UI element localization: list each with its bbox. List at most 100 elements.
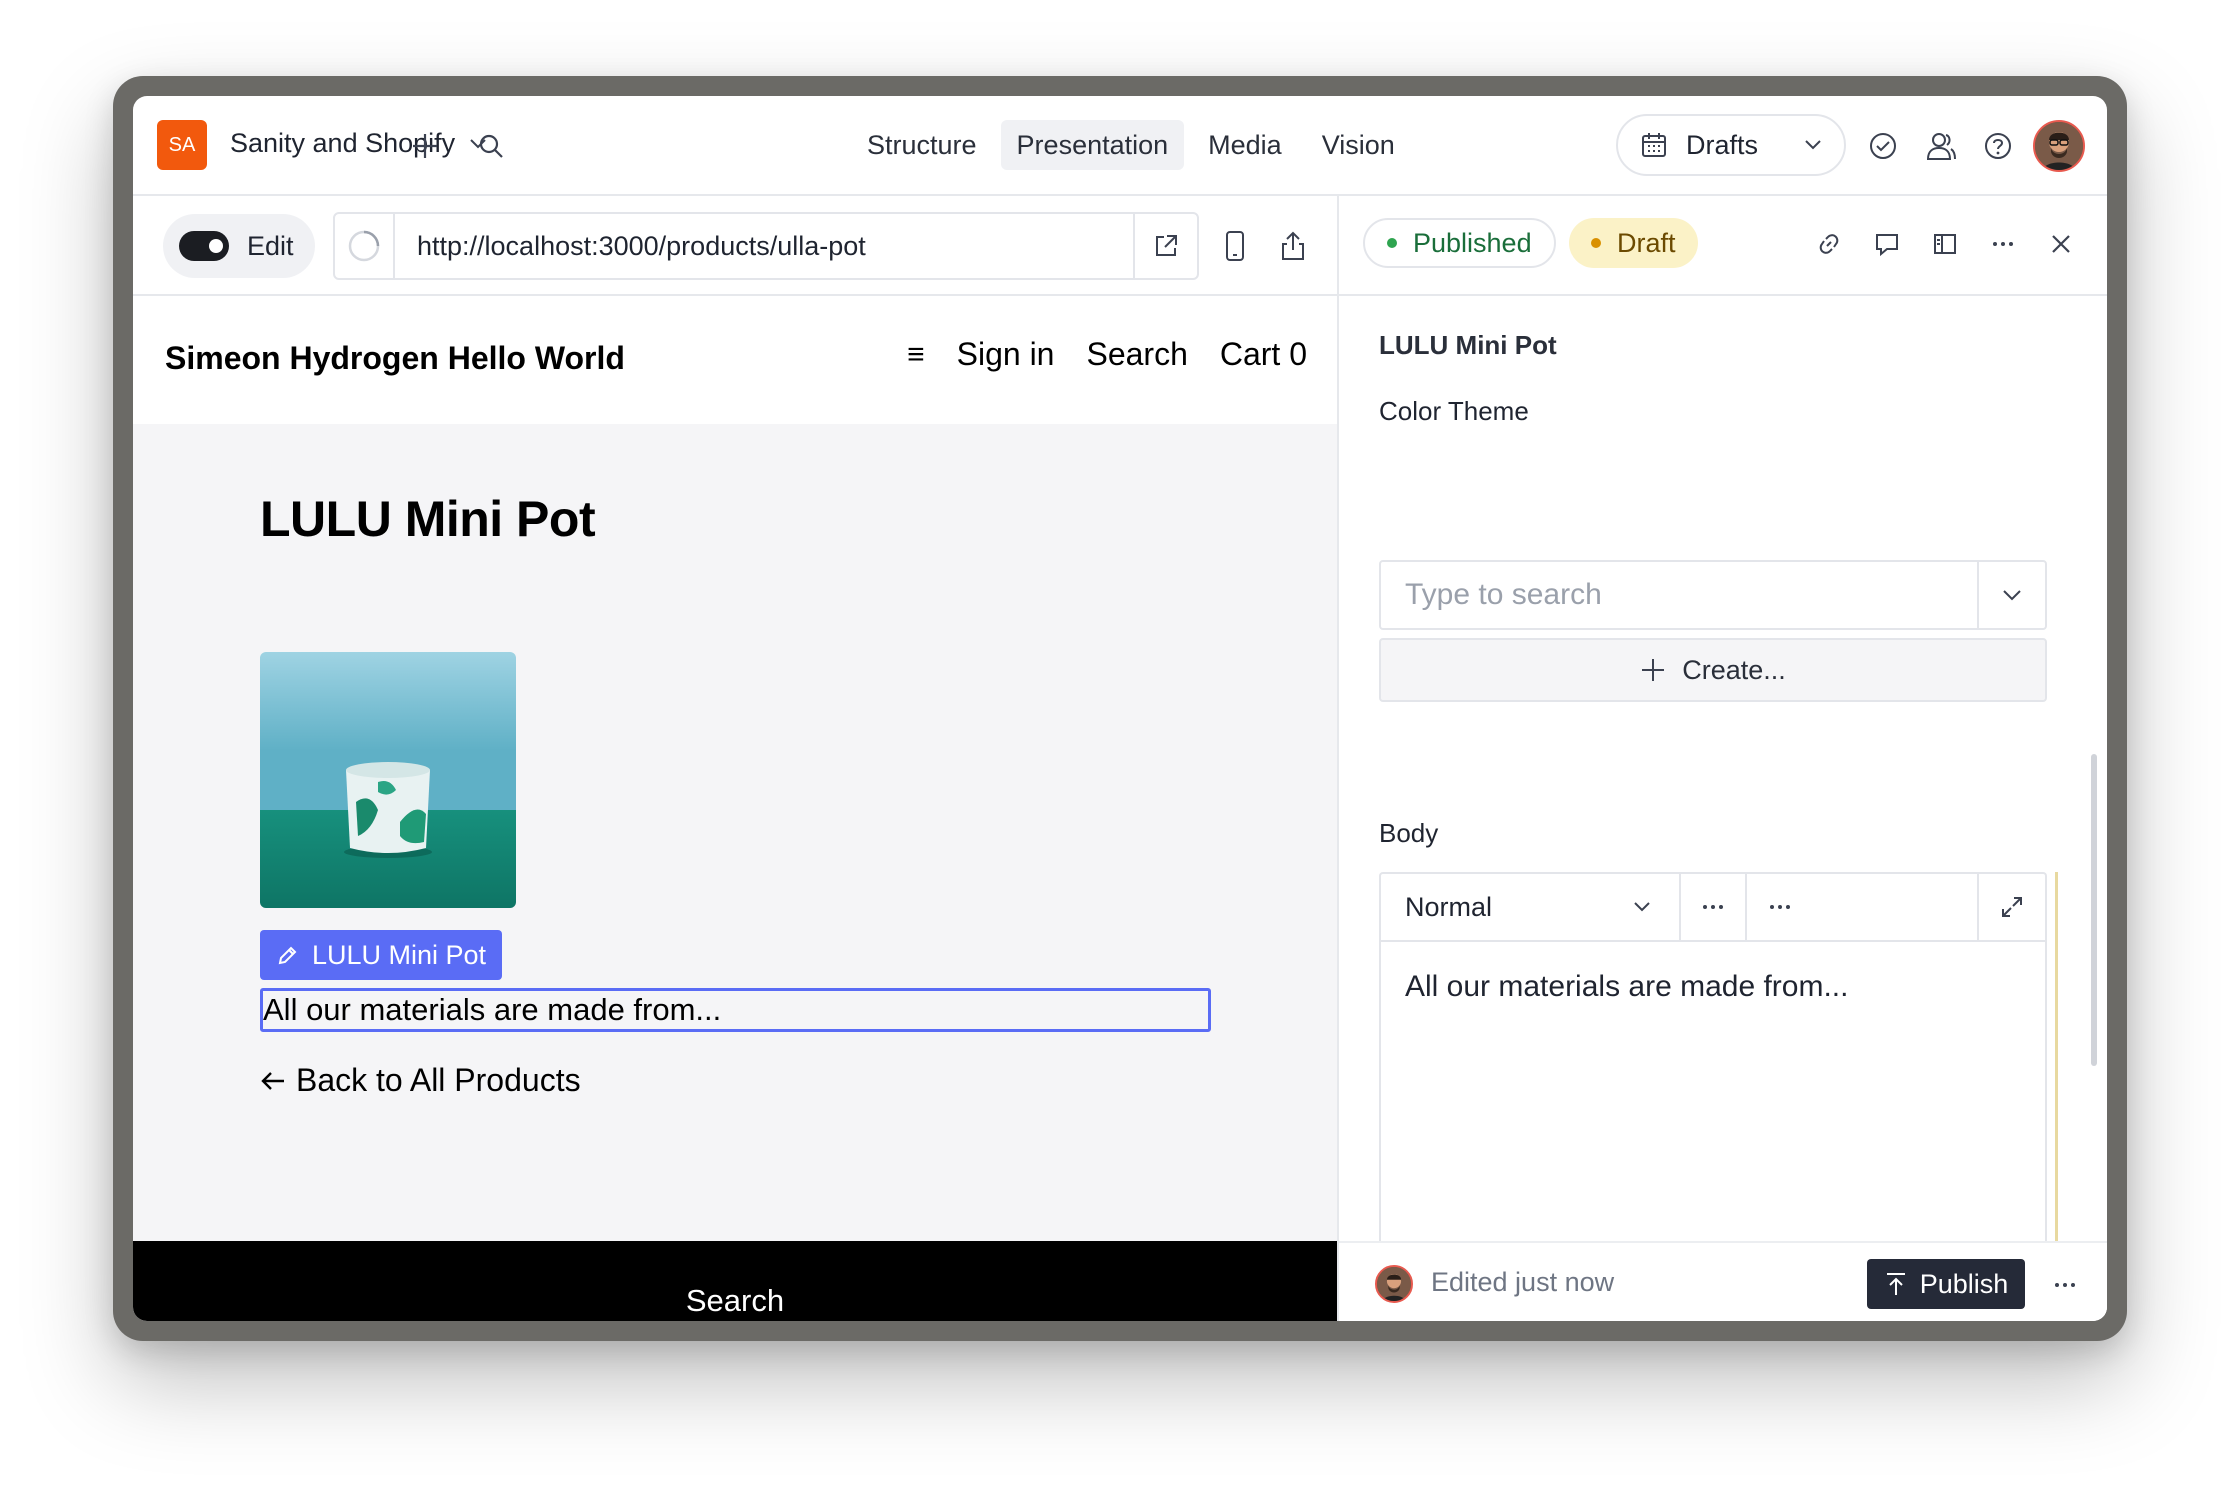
- share-button[interactable]: [1273, 226, 1313, 266]
- perspective-select[interactable]: Drafts: [1616, 114, 1846, 176]
- search-link[interactable]: Search: [1086, 336, 1187, 373]
- preview-toolbar: Edit http://localhost:3000/products/ulla…: [133, 196, 1337, 296]
- external-link-icon: [1156, 235, 1177, 256]
- back-link-label: Back to All Products: [296, 1062, 581, 1098]
- comments-button[interactable]: [1867, 224, 1907, 264]
- product-image: [260, 652, 516, 908]
- site-nav: ≡ Sign in Search Cart 0: [907, 336, 1307, 373]
- tasks-button[interactable]: [1863, 126, 1903, 166]
- product-description[interactable]: All our materials are made from...: [260, 988, 1211, 1032]
- more-horizontal-icon: [1993, 242, 2013, 246]
- block-style-value: Normal: [1405, 891, 1493, 922]
- menu-icon[interactable]: ≡: [907, 338, 925, 372]
- edit-overlay-tag[interactable]: LULU Mini Pot: [260, 930, 503, 980]
- insert-menu-button[interactable]: [1747, 874, 1813, 940]
- copy-link-button[interactable]: [1809, 224, 1849, 264]
- arrow-left-icon: [261, 1071, 284, 1090]
- search-icon: [479, 134, 503, 158]
- color-theme-reference-input: [1379, 560, 2047, 630]
- preview-pane: Edit http://localhost:3000/products/ulla…: [133, 196, 1337, 1321]
- editor-avatar: [1375, 1265, 1413, 1303]
- editor-toolbar: Normal: [1381, 874, 2045, 942]
- nav-media[interactable]: Media: [1192, 120, 1298, 170]
- site-header: Simeon Hydrogen Hello World ≡ Sign in Se…: [133, 296, 1337, 424]
- nav-structure[interactable]: Structure: [851, 120, 993, 170]
- overlay-label: LULU Mini Pot: [312, 939, 487, 970]
- decorators-menu-button[interactable]: [1681, 874, 1747, 940]
- studio-navbar: SA Sanity and Shopify Structure Presenta…: [133, 96, 2107, 196]
- mobile-viewport-button[interactable]: [1215, 226, 1255, 266]
- publish-button[interactable]: Publish: [1867, 1259, 2025, 1309]
- workspace-badge[interactable]: SA: [157, 120, 207, 170]
- user-avatar[interactable]: [2033, 120, 2085, 172]
- search-button[interactable]: [471, 126, 511, 166]
- edit-status: Edited just now: [1431, 1267, 1615, 1297]
- mobile-device-icon: [1226, 231, 1244, 261]
- sign-in-link[interactable]: Sign in: [957, 336, 1055, 373]
- site-footer: Search: [133, 1241, 1337, 1321]
- plus-icon: [413, 134, 437, 158]
- check-circle-icon: [1870, 133, 1896, 159]
- document-pane: Published Draft LULU Mini Pot Color Them…: [1337, 196, 2107, 1321]
- help-button[interactable]: [1978, 126, 2018, 166]
- perspective-label: Drafts: [1686, 129, 1759, 160]
- more-horizontal-icon: [1703, 905, 1723, 909]
- loading-spinner-icon: [335, 214, 395, 278]
- more-horizontal-icon: [2055, 1283, 2075, 1287]
- edit-label: Edit: [247, 230, 294, 261]
- studio-window: SA Sanity and Shopify Structure Presenta…: [133, 96, 2107, 1321]
- create-label: Create...: [1682, 654, 1786, 685]
- color-theme-dropdown-button[interactable]: [1977, 562, 2045, 628]
- publish-icon: [1886, 1273, 1905, 1295]
- expand-icon: [2002, 897, 2022, 917]
- add-document-button[interactable]: [405, 126, 445, 166]
- split-pane-button[interactable]: [1925, 224, 1965, 264]
- document-header: Published Draft: [1339, 196, 2107, 296]
- edit-icon: [278, 946, 297, 965]
- published-tab[interactable]: Published: [1363, 218, 1556, 268]
- split-pane-icon: [1934, 234, 1956, 254]
- color-theme-label: Color Theme: [1379, 396, 1529, 426]
- published-dot: [1387, 238, 1397, 248]
- create-color-theme-button[interactable]: Create...: [1379, 638, 2047, 702]
- calendar-icon: [1642, 133, 1666, 157]
- color-theme-search-input[interactable]: [1381, 562, 1977, 628]
- plus-icon: [1642, 659, 1665, 681]
- close-pane-button[interactable]: [2041, 224, 2081, 264]
- pane-scrollbar[interactable]: [2091, 754, 2097, 1066]
- chevron-down-icon: [1634, 902, 1650, 912]
- draft-tab[interactable]: Draft: [1569, 218, 1698, 268]
- back-to-products-link[interactable]: Back to All Products: [260, 1062, 581, 1099]
- nav-vision[interactable]: Vision: [1306, 120, 1411, 170]
- block-style-select[interactable]: Normal: [1381, 874, 1681, 940]
- link-icon: [1819, 234, 1839, 254]
- publish-label: Publish: [1919, 1268, 2009, 1299]
- product-title: LULU Mini Pot: [260, 491, 596, 547]
- help-circle-icon: [1985, 133, 2011, 159]
- body-text[interactable]: All our materials are made from...: [1381, 942, 2045, 1032]
- comment-icon: [1876, 234, 1898, 257]
- published-label: Published: [1413, 227, 1532, 258]
- nav-presentation[interactable]: Presentation: [1000, 120, 1185, 170]
- footer-search-link[interactable]: Search: [686, 1283, 784, 1319]
- document-title: LULU Mini Pot: [1379, 330, 1557, 360]
- chevron-down-icon: [2003, 590, 2021, 601]
- edit-toggle[interactable]: Edit: [163, 214, 315, 278]
- document-actions-menu-button[interactable]: [2045, 1265, 2085, 1305]
- close-icon: [2052, 235, 2070, 253]
- edit-switch[interactable]: [179, 231, 229, 261]
- users-icon: [1926, 133, 1956, 160]
- preview-url[interactable]: http://localhost:3000/products/ulla-pot: [395, 231, 1133, 262]
- cart-link[interactable]: Cart 0: [1220, 336, 1307, 373]
- share-icon: [1282, 231, 1304, 260]
- members-button[interactable]: [1921, 126, 1961, 166]
- body-label: Body: [1379, 818, 1439, 848]
- document-menu-button[interactable]: [1983, 224, 2023, 264]
- more-horizontal-icon: [1770, 905, 1790, 909]
- site-title[interactable]: Simeon Hydrogen Hello World: [165, 340, 625, 377]
- fullscreen-button[interactable]: [1977, 874, 2045, 940]
- preview-url-field[interactable]: http://localhost:3000/products/ulla-pot: [333, 212, 1199, 280]
- open-in-new-tab-button[interactable]: [1133, 214, 1197, 278]
- tool-nav: Structure Presentation Media Vision: [851, 120, 1411, 170]
- workspace-menu[interactable]: Sanity and Shopify: [230, 128, 487, 159]
